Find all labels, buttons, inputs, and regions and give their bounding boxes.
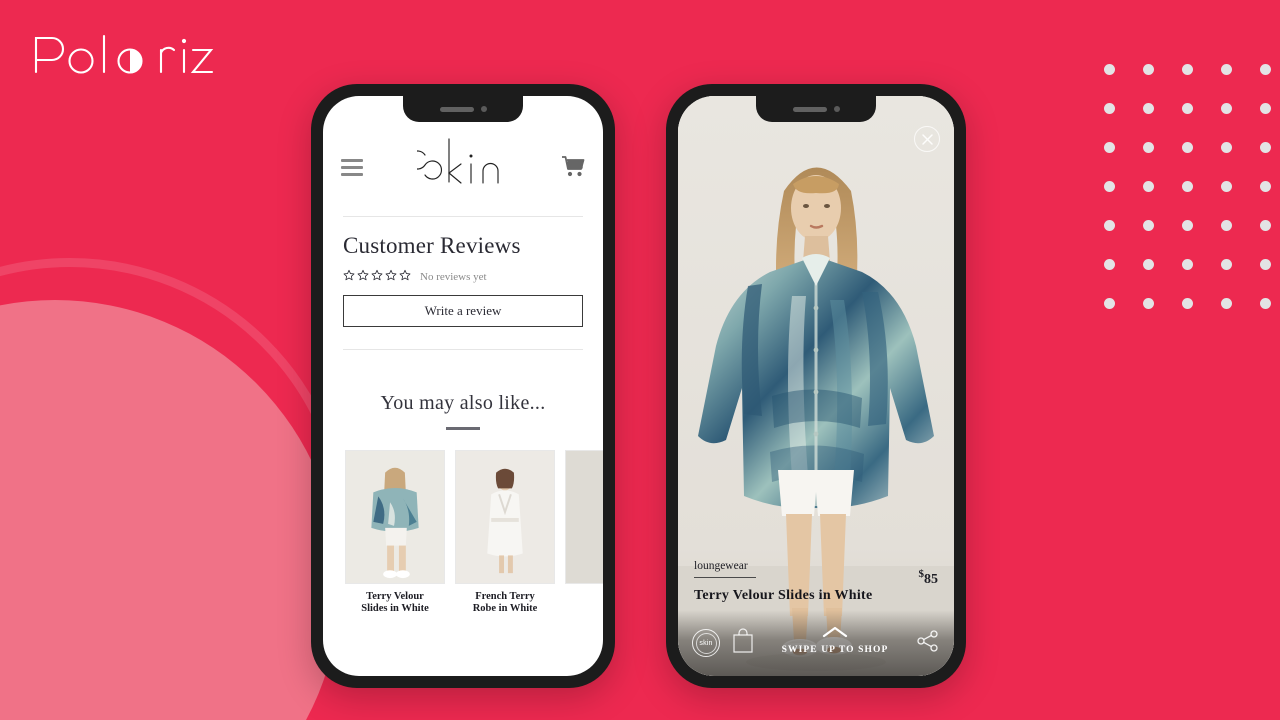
skin-wordmark[interactable] (363, 137, 561, 197)
right-phone-screen: loungewear Terry Velour Slides in White … (678, 96, 954, 676)
decorative-blob (0, 300, 340, 720)
grid-dot (1260, 103, 1271, 114)
customer-reviews-block: Customer Reviews No reviews yet Write a … (343, 216, 583, 350)
write-review-button[interactable]: Write a review (343, 295, 583, 327)
swipe-up-label: SWIPE UP TO SHOP (781, 645, 889, 655)
grid-dot (1143, 298, 1154, 309)
story-view: loungewear Terry Velour Slides in White … (678, 96, 954, 676)
grid-dot (1182, 181, 1193, 192)
star-rating[interactable] (343, 268, 411, 286)
shopping-bag-icon[interactable] (732, 628, 754, 658)
product-name: Terry Velour Slides in White (345, 591, 445, 615)
product-carousel[interactable]: Terry Velour Slides in White French Terr… (323, 430, 603, 615)
avatar[interactable]: skin (692, 629, 720, 657)
shopping-cart-icon[interactable] (561, 155, 585, 179)
star-icon[interactable] (371, 268, 383, 286)
avatar-label: skin (695, 632, 717, 654)
grid-dot (1104, 181, 1115, 192)
grid-dot (1182, 298, 1193, 309)
grid-dot (1182, 142, 1193, 153)
product-name-line1: Terry Velour (366, 591, 424, 602)
price-currency: $ (918, 568, 925, 580)
grid-dot (1143, 259, 1154, 270)
phone-notch (403, 96, 523, 122)
story-product-info: loungewear Terry Velour Slides in White … (678, 560, 954, 604)
grid-dot (1260, 181, 1271, 192)
product-thumbnail[interactable] (455, 450, 555, 584)
star-icon[interactable] (357, 268, 369, 286)
product-thumbnail[interactable] (565, 450, 603, 584)
grid-dot (1260, 220, 1271, 231)
grid-dot (1221, 64, 1232, 75)
product-name: C (565, 591, 603, 603)
star-icon[interactable] (343, 268, 355, 286)
notch-camera (480, 106, 487, 112)
product-card-partial[interactable]: C (565, 450, 603, 615)
grid-dot (1221, 298, 1232, 309)
phone-mockup-left: Customer Reviews No reviews yet Write a … (311, 84, 615, 688)
grid-dot (1143, 64, 1154, 75)
product-name: French Terry Robe in White (455, 591, 555, 615)
recommendations-title: You may also like... (380, 392, 546, 414)
left-phone-screen: Customer Reviews No reviews yet Write a … (323, 96, 603, 676)
price-amount: 85 (924, 572, 938, 587)
grid-dot (1182, 64, 1193, 75)
grid-dot (1143, 142, 1154, 153)
phone-mockup-right: loungewear Terry Velour Slides in White … (666, 84, 966, 688)
category-divider (694, 577, 756, 578)
star-icon[interactable] (385, 268, 397, 286)
product-thumbnail[interactable] (345, 450, 445, 584)
product-card[interactable]: French Terry Robe in White (455, 450, 555, 615)
poster-canvas: Customer Reviews No reviews yet Write a … (0, 0, 1280, 720)
grid-dot (1260, 259, 1271, 270)
grid-dot (1260, 298, 1271, 309)
story-product-title: Terry Velour Slides in White (694, 588, 873, 603)
hamburger-icon[interactable] (341, 158, 363, 176)
grid-dot (1260, 64, 1271, 75)
story-price: $85 (918, 568, 939, 588)
grid-dot (1221, 259, 1232, 270)
product-card[interactable]: Terry Velour Slides in White (345, 450, 445, 615)
grid-dot (1182, 259, 1193, 270)
notch-speaker (439, 106, 474, 112)
product-name-line2: Slides in White (361, 603, 429, 615)
grid-dot (1221, 220, 1232, 231)
close-icon[interactable] (914, 126, 940, 152)
story-action-bar: skin SWIPE UP TO SHOP (678, 610, 954, 676)
no-reviews-text: No reviews yet (420, 271, 487, 283)
notch-camera (833, 106, 840, 112)
reviews-title: Customer Reviews (343, 233, 521, 258)
grid-dot (1143, 103, 1154, 114)
phone-notch (756, 96, 876, 122)
grid-dot (1182, 220, 1193, 231)
grid-dot (1104, 64, 1115, 75)
notch-speaker (792, 106, 827, 112)
grid-dot (1104, 298, 1115, 309)
grid-dot (1221, 142, 1232, 153)
rating-row: No reviews yet (343, 268, 583, 286)
polariz-logo (30, 28, 220, 78)
grid-dot (1182, 103, 1193, 114)
grid-dot (1221, 103, 1232, 114)
dot-grid-pattern (1104, 64, 1280, 334)
grid-dot (1143, 220, 1154, 231)
star-icon[interactable] (399, 268, 411, 286)
grid-dot (1260, 142, 1271, 153)
swipe-up-action[interactable]: SWIPE UP TO SHOP (754, 625, 916, 655)
grid-dot (1104, 103, 1115, 114)
grid-dot (1221, 181, 1232, 192)
share-icon[interactable] (916, 629, 940, 658)
grid-dot (1104, 220, 1115, 231)
story-category: loungewear (694, 560, 748, 572)
product-name-line1: French Terry (475, 591, 535, 602)
grid-dot (1104, 259, 1115, 270)
grid-dot (1143, 181, 1154, 192)
chevron-up-icon (822, 625, 848, 643)
recommendations-section: You may also like... (323, 392, 603, 430)
product-name-line2: Robe in White (472, 603, 538, 615)
grid-dot (1104, 142, 1115, 153)
